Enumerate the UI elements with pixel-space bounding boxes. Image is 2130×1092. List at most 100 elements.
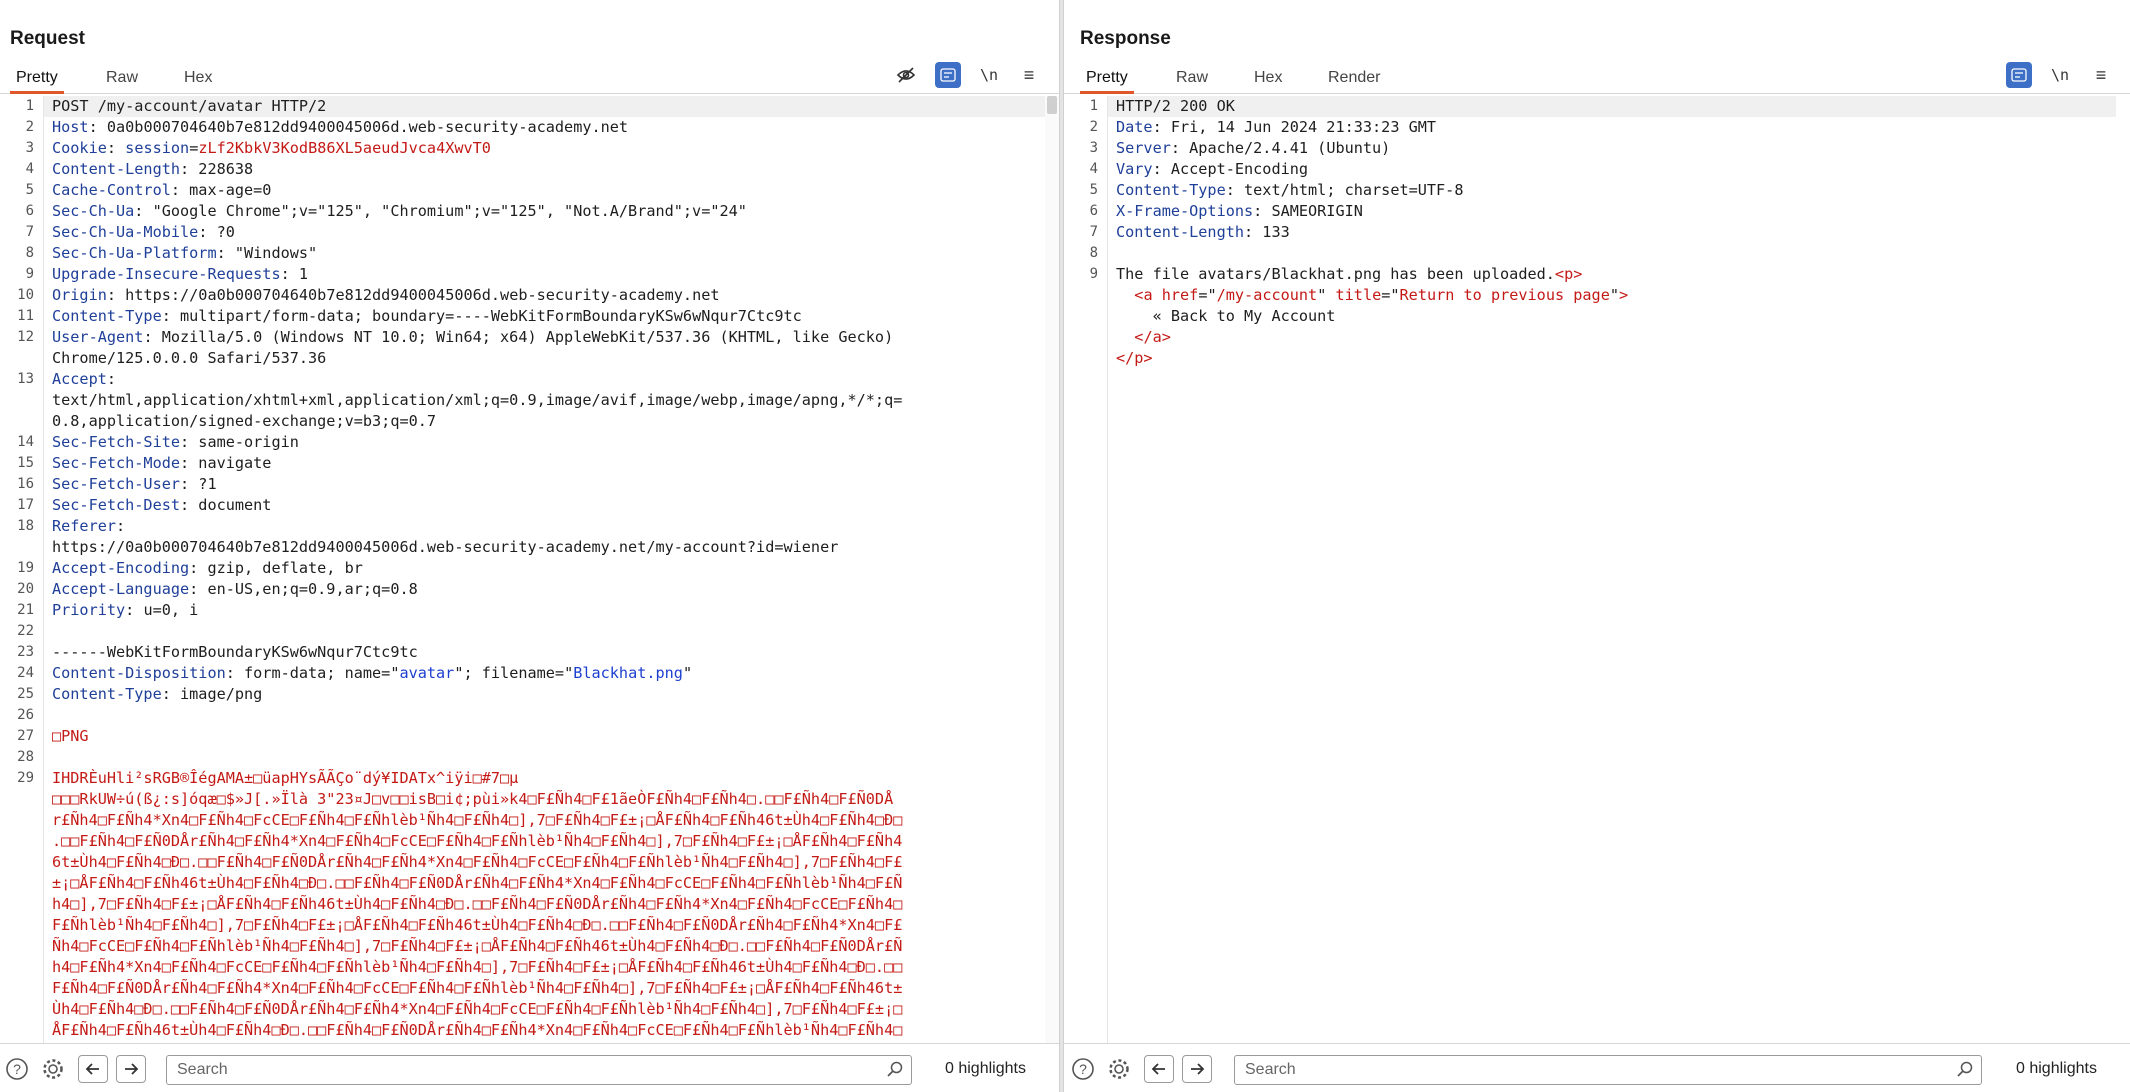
line-text: □PNG [52,727,89,745]
request-line: 2 Host: 0a0b000704640b7e812dd9400045006d.… [26,117,1045,138]
request-line: 14 Sec-Fetch-Site: same-origin [17,432,1045,453]
menu-icon[interactable]: ≡ [2088,62,2114,88]
line-text: Upgrade-Insecure-Requests: 1 [52,265,309,283]
line-text: Sec-Ch-Ua-Mobile: ?0 [52,223,235,241]
magnifier-icon[interactable] [1957,1061,1973,1082]
line-text: </a> [1134,328,1171,346]
line-text: The file avatars/Blackhat.png has been u… [1116,265,1583,283]
response-search-input[interactable] [1235,1056,1981,1084]
request-line: ÅF£Ñh4□F£Ñh46t±Ùh4□F£Ñh4□Ð□.□□F£Ñh4□F£Ñ0… [44,1020,1045,1041]
request-line: 15 Sec-Fetch-Mode: navigate [17,453,1045,474]
line-number: 26 [17,707,34,723]
request-line: 3 Cookie: session=zLf2KbkV3KodB86XL5aeudJ… [26,138,1045,159]
response-line: 4 Vary: Accept-Encoding [1090,159,2116,180]
line-number: 10 [17,287,34,303]
request-line: 17 Sec-Fetch-Dest: document [17,495,1045,516]
request-line: 16 Sec-Fetch-User: ?1 [17,474,1045,495]
line-text: Priority: u=0, i [52,601,199,619]
help-icon[interactable]: ? [4,1056,30,1082]
line-text: Content-Length: 133 [1116,223,1290,241]
request-line: 27 □PNG [17,726,1045,747]
help-icon[interactable]: ? [1070,1056,1096,1082]
line-text: Content-Length: 228638 [52,160,254,178]
gear-icon[interactable] [40,1056,66,1082]
response-line: 7 Content-Length: 133 [1090,222,2116,243]
request-line: 21 Priority: u=0, i [17,600,1045,621]
request-line: 9 Upgrade-Insecure-Requests: 1 [26,264,1045,285]
line-text: text/html,application/xhtml+xml,applicat… [52,391,903,409]
request-pane: Request Pretty Raw Hex \n ≡ 1 POST /my-ac… [0,0,1059,1092]
line-text: POST /my-account/avatar HTTP/2 [52,97,327,115]
arrow-left-icon[interactable] [1144,1055,1174,1083]
response-line: 9 The file avatars/Blackhat.png has been … [1090,264,2116,285]
line-number: 21 [17,602,34,618]
line-number: 2 [25,119,34,135]
tab-raw[interactable]: Raw [100,66,144,94]
line-text: Host: 0a0b000704640b7e812dd9400045006d.w… [52,118,629,136]
show-newlines-toggle[interactable]: \n [2047,62,2073,88]
arrow-right-icon[interactable] [1182,1055,1212,1083]
request-search-field[interactable] [166,1055,912,1085]
highlights-count: 0 highlights [945,1060,1026,1077]
line-number: 15 [17,455,34,471]
line-text: Cache-Control: max-age=0 [52,181,272,199]
magnifier-icon[interactable] [887,1061,903,1082]
line-text: Origin: https://0a0b000704640b7e812dd940… [52,286,720,304]
request-search-input[interactable] [167,1056,911,1084]
show-newlines-toggle[interactable]: \n [976,62,1002,88]
response-search-field[interactable] [1234,1055,1982,1085]
line-number: 8 [25,245,34,261]
line-text: Sec-Ch-Ua-Platform: "Windows" [52,244,318,262]
line-text: Content-Disposition: form-data; name="av… [52,664,693,682]
line-number: 25 [17,686,34,702]
request-editor[interactable]: 1 POST /my-account/avatar HTTP/2 2 Host: 0a… [0,96,1059,1043]
line-text: h4□F£Ñh4*Xn4□F£Ñh4□FcCE□F£Ñh4□F£Ñhlèb¹Ñh… [52,958,903,976]
tab-hex[interactable]: Hex [178,66,218,94]
line-number: 1 [25,98,34,114]
tab-hex[interactable]: Hex [1248,66,1288,94]
request-line: 11 Content-Type: multipart/form-data; bou… [17,306,1045,327]
line-text: ÅF£Ñh4□F£Ñh46t±Ùh4□F£Ñh4□Ð□.□□F£Ñh4□F£Ñ0… [52,1021,903,1039]
line-number: 6 [25,203,34,219]
request-line: 0.8,application/signed-exchange;v=b3;q=0… [44,411,1045,432]
line-number: 9 [1089,266,1098,282]
line-number: 1 [1089,98,1098,114]
line-number: 20 [17,581,34,597]
tab-render[interactable]: Render [1322,66,1386,94]
tab-pretty[interactable]: Pretty [1080,66,1134,94]
response-line: « Back to My Account [1108,306,2116,327]
response-editor[interactable]: 1 HTTP/2 200 OK 2 Date: Fri, 14 Jun 2024 21… [1064,96,2130,1043]
line-number: 22 [17,623,34,639]
line-text: HTTP/2 200 OK [1116,97,1235,115]
word-wrap-icon[interactable] [935,62,961,88]
tab-pretty[interactable]: Pretty [10,66,64,94]
line-text: Content-Type: text/html; charset=UTF-8 [1116,181,1464,199]
response-line: 6 X-Frame-Options: SAMEORIGIN [1090,201,2116,222]
arrow-right-icon[interactable] [116,1055,146,1083]
request-line: Ñh4□FcCE□F£Ñh4□F£Ñhlèb¹Ñh4□F£Ñh4□],7□F£Ñ… [44,936,1045,957]
response-tabs: Pretty Raw Hex Render [1064,62,2130,94]
request-line: https://0a0b000704640b7e812dd9400045006d… [44,537,1045,558]
response-pane: Response Pretty Raw Hex Render \n ≡ 1 HTT… [1064,0,2130,1092]
response-line: </a> [1108,327,2116,348]
gear-icon[interactable] [1106,1056,1132,1082]
line-text: r£Ñh4□F£Ñh4*Xn4□F£Ñh4□FcCE□F£Ñh4□F£Ñhlèb… [52,811,903,829]
request-scrollbar[interactable] [1045,96,1059,1043]
response-line: 1 HTTP/2 200 OK [1090,96,2116,117]
request-line: F£Ñhlèb¹Ñh4□F£Ñh4□],7□F£Ñh4□F£±¡□ÅF£Ñh4□… [44,915,1045,936]
line-number: 4 [25,161,34,177]
arrow-left-icon[interactable] [78,1055,108,1083]
line-number: 12 [17,329,34,345]
svg-text:?: ? [13,1061,21,1077]
line-text: ±¡□ÅF£Ñh4□F£Ñh46t±Ùh4□F£Ñh4□Ð□.□□F£Ñh4□F… [52,874,903,892]
tab-raw[interactable]: Raw [1170,66,1214,94]
menu-icon[interactable]: ≡ [1016,62,1042,88]
scroll-thumb[interactable] [1047,96,1057,114]
line-number: 2 [1089,119,1098,135]
request-line: .□□F£Ñh4□F£Ñ0DÅr£Ñh4□F£Ñh4*Xn4□F£Ñh4□FcC… [44,831,1045,852]
line-number: 8 [1089,245,1098,261]
highlights-count: 0 highlights [2016,1060,2097,1077]
hide-nonprintable-icon[interactable] [893,62,919,88]
word-wrap-icon[interactable] [2006,62,2032,88]
request-line: 4 Content-Length: 228638 [26,159,1045,180]
